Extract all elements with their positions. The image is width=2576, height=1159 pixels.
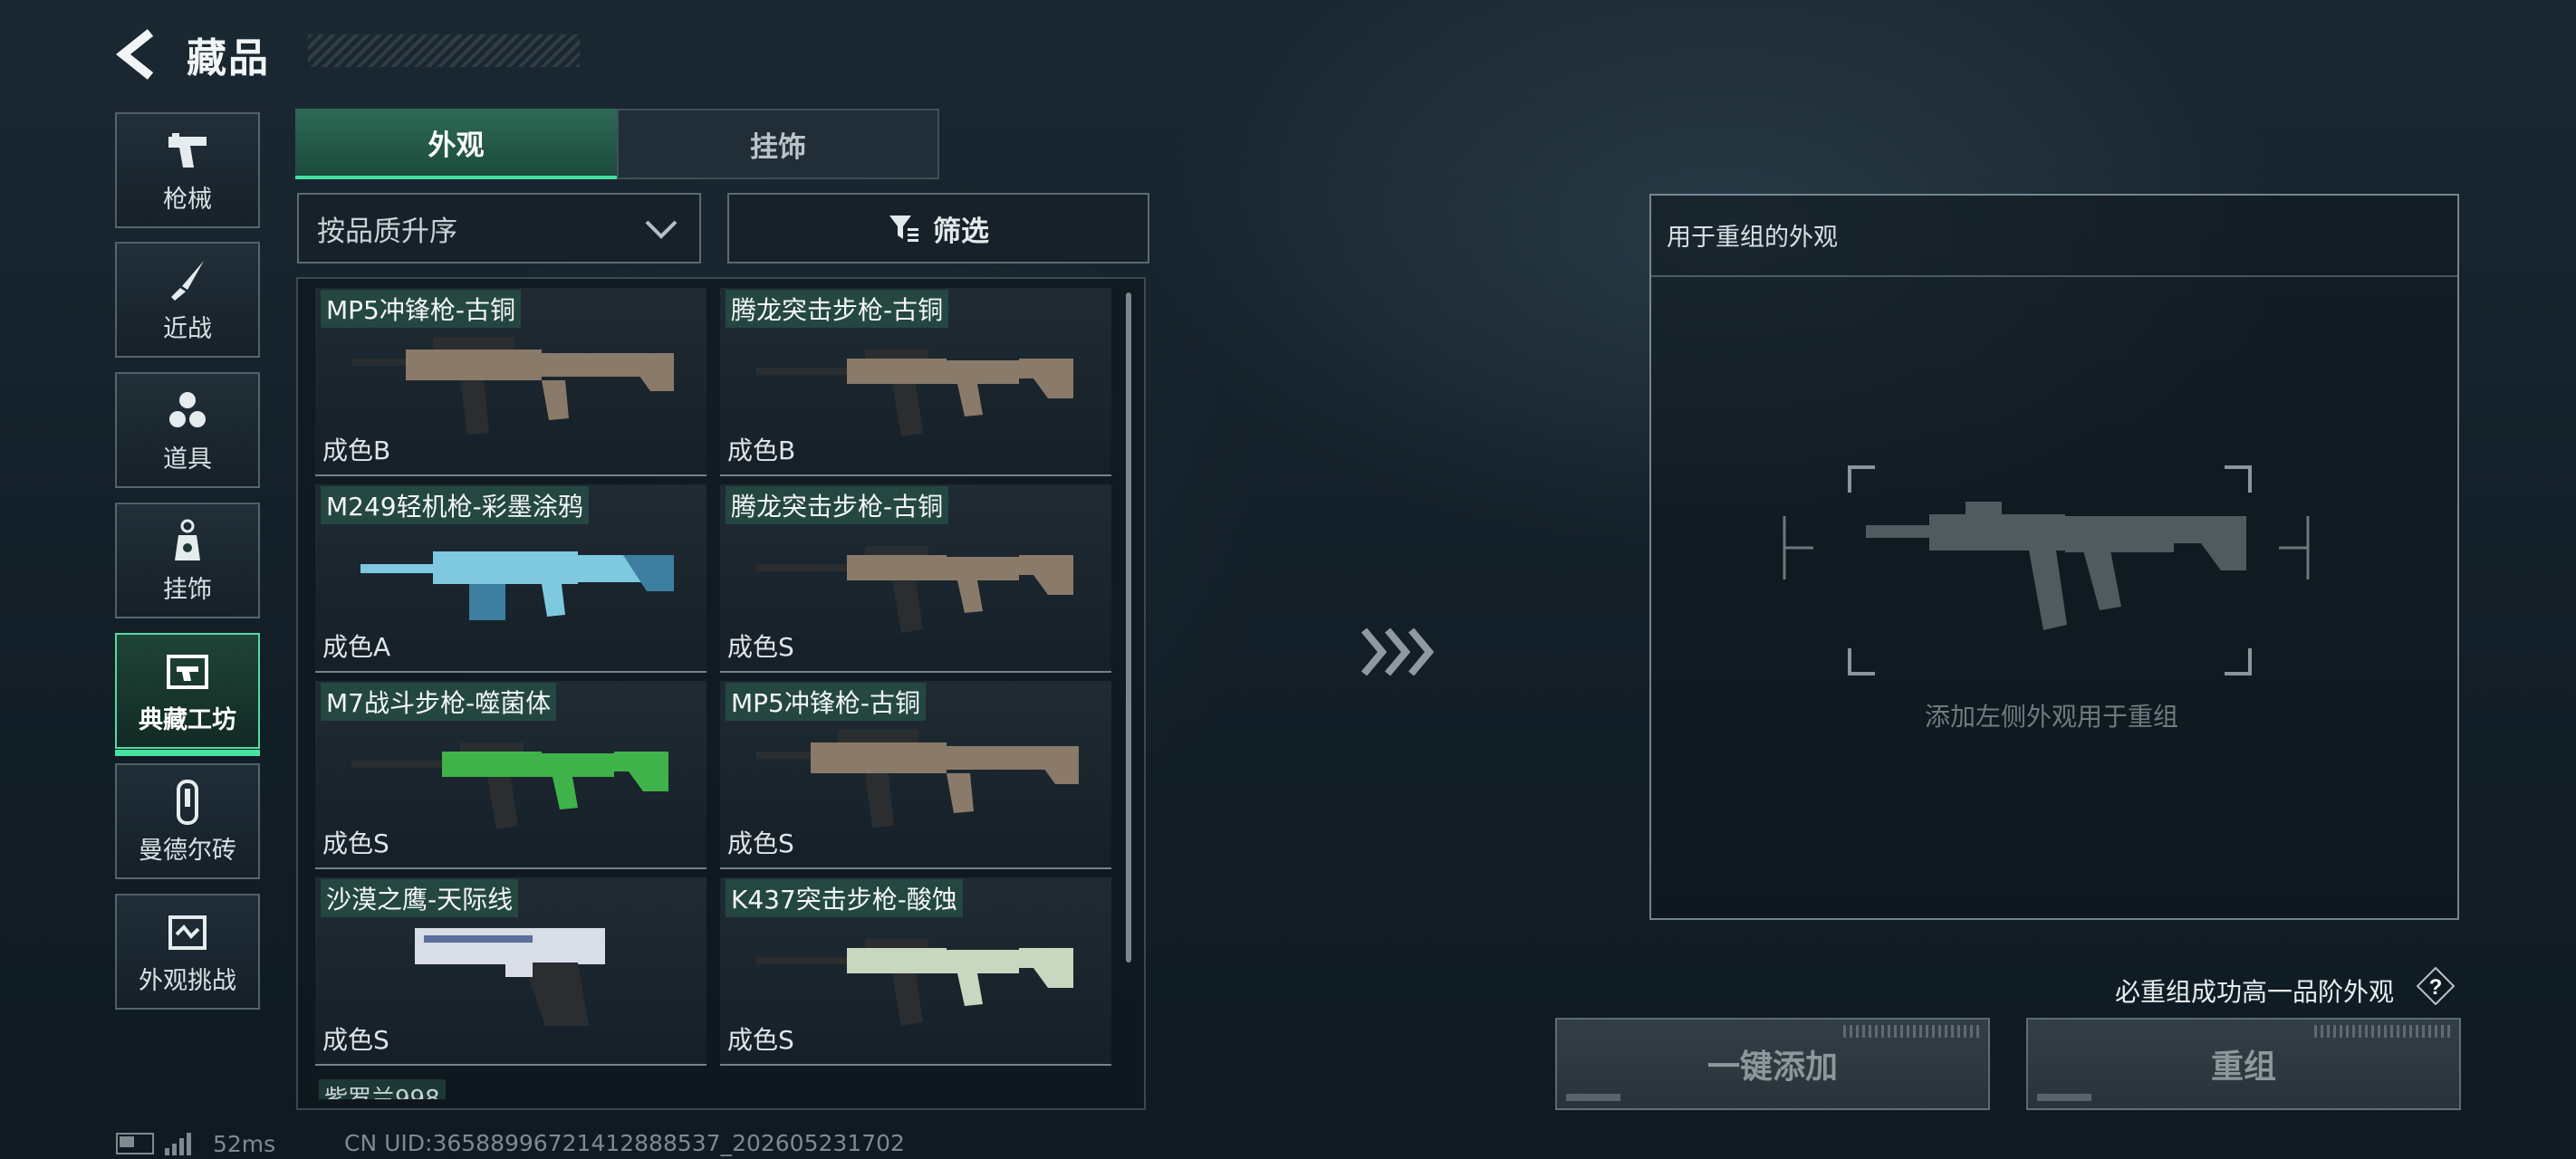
skin-grade: 成色S xyxy=(727,632,794,662)
recombine-button[interactable]: 重组 xyxy=(2026,1018,2461,1110)
pistol-image xyxy=(415,928,605,1026)
skin-grade: 成色A xyxy=(322,632,391,662)
category-knife[interactable]: 近战 xyxy=(115,242,260,358)
category-label: 枪械 xyxy=(163,185,212,214)
skin-card[interactable]: K437突击步枪-酸蚀成色S xyxy=(720,877,1111,1066)
skin-grade: 成色S xyxy=(727,829,794,858)
category-pistol[interactable]: 枪械 xyxy=(115,112,260,228)
challenge-icon xyxy=(163,908,212,957)
title-decoration xyxy=(308,34,580,67)
filter-icon xyxy=(889,216,918,242)
skin-grade: 成色B xyxy=(727,436,796,465)
slot-corner xyxy=(1848,648,1875,675)
status-bar: 52ms xyxy=(116,1130,275,1157)
page-title: 藏品 xyxy=(187,35,270,81)
category-label: 外观挑战 xyxy=(139,966,236,995)
category-workshop[interactable]: 典藏工坊 xyxy=(115,633,260,756)
skin-grade: 成色S xyxy=(727,1025,794,1055)
panel-divider xyxy=(1651,275,2457,277)
rifle-placeholder-icon xyxy=(1866,502,2246,630)
skin-card[interactable]: MP5冲锋枪-古铜成色B xyxy=(315,288,706,476)
list-scrollbar[interactable] xyxy=(1126,292,1131,963)
category-grenades[interactable]: 道具 xyxy=(115,372,260,488)
skin-name: M249轻机枪-彩墨涂鸦 xyxy=(321,486,589,524)
category-charm[interactable]: 挂饰 xyxy=(115,503,260,618)
slot-corner xyxy=(2225,648,2252,675)
button-decoration xyxy=(2037,1094,2091,1101)
lmg-image xyxy=(360,551,674,620)
ping-value: 52ms xyxy=(213,1130,276,1157)
add-all-button[interactable]: 一键添加 xyxy=(1555,1018,1990,1110)
recombine-panel-title: 用于重组的外观 xyxy=(1667,224,1838,252)
sort-label: 按品质升序 xyxy=(317,215,457,248)
tab-appearance[interactable]: 外观 xyxy=(295,109,617,179)
skin-card[interactable]: M7战斗步枪-噬菌体成色S xyxy=(315,681,706,869)
category-brick[interactable]: 曼德尔砖 xyxy=(115,763,260,879)
category-label: 典藏工坊 xyxy=(139,705,236,734)
recombine-label: 重组 xyxy=(2210,1049,2276,1086)
rifle-image xyxy=(351,742,668,829)
question-icon[interactable]: ? xyxy=(2417,967,2455,1005)
button-decoration xyxy=(2314,1025,2450,1038)
slot-hint: 添加左侧外观用于重组 xyxy=(1924,702,2178,732)
skin-name: 沙漠之鹰-天际线 xyxy=(321,879,519,917)
button-decoration xyxy=(1843,1025,1979,1038)
transfer-arrows-icon xyxy=(1360,627,1435,676)
chevron-down-icon xyxy=(645,220,678,239)
skin-card[interactable]: 腾龙突击步枪-古铜成色B xyxy=(720,288,1111,476)
rifle-image xyxy=(756,939,1073,1026)
category-label: 曼德尔砖 xyxy=(139,836,236,865)
slot-marker-left xyxy=(1783,516,1813,580)
skin-name: 腾龙突击步枪-古铜 xyxy=(726,290,949,328)
add-all-label: 一键添加 xyxy=(1706,1049,1838,1086)
skin-card[interactable]: MP5冲锋枪-古铜成色S xyxy=(720,681,1111,869)
guarantee-text: 必重组成功高一品阶外观 xyxy=(2115,977,2395,1007)
smg-image xyxy=(756,730,1079,828)
svg-text:?: ? xyxy=(2429,975,2443,1000)
category-label: 挂饰 xyxy=(163,575,212,604)
skin-card[interactable]: 沙漠之鹰-天际线成色S xyxy=(315,877,706,1066)
signal-icon xyxy=(165,1132,191,1155)
category-challenge[interactable]: 外观挑战 xyxy=(115,894,260,1010)
partial-item-name: 紫罗兰998 xyxy=(319,1079,446,1099)
grenades-icon xyxy=(163,387,212,436)
skin-card[interactable]: M249轻机枪-彩墨涂鸦成色A xyxy=(315,484,706,673)
rifle-image xyxy=(756,546,1073,633)
slot-marker-right xyxy=(2279,516,2310,580)
skin-grade: 成色S xyxy=(322,1025,389,1055)
battery-icon xyxy=(116,1133,154,1154)
tab-charms[interactable]: 挂饰 xyxy=(617,109,939,179)
category-label: 道具 xyxy=(163,445,212,474)
skin-grade: 成色S xyxy=(322,829,389,858)
skin-grade: 成色B xyxy=(322,436,391,465)
knife-icon xyxy=(163,256,212,305)
skin-name: MP5冲锋枪-古铜 xyxy=(321,290,521,328)
back-arrow-icon xyxy=(115,29,154,80)
category-label: 近战 xyxy=(163,314,212,343)
skin-name: K437突击步枪-酸蚀 xyxy=(726,879,963,917)
skin-card[interactable]: 腾龙突击步枪-古铜成色S xyxy=(720,484,1111,673)
brick-icon xyxy=(163,778,212,827)
rifle-image xyxy=(756,350,1073,436)
sort-dropdown[interactable]: 按品质升序 xyxy=(297,193,701,263)
pistol-icon xyxy=(163,127,212,176)
skin-name: M7战斗步枪-噬菌体 xyxy=(321,683,557,721)
back-button[interactable] xyxy=(114,27,163,81)
smg-image xyxy=(351,337,674,435)
user-uid: CN UID:36588996721412888537_202605231702 xyxy=(344,1130,905,1156)
workshop-icon xyxy=(163,647,212,696)
charm-icon xyxy=(163,517,212,566)
filter-label: 筛选 xyxy=(933,215,989,248)
filter-button[interactable]: 筛选 xyxy=(727,193,1149,263)
skin-name: 腾龙突击步枪-古铜 xyxy=(726,486,949,524)
skin-name: MP5冲锋枪-古铜 xyxy=(726,683,926,721)
button-decoration xyxy=(1566,1094,1620,1101)
